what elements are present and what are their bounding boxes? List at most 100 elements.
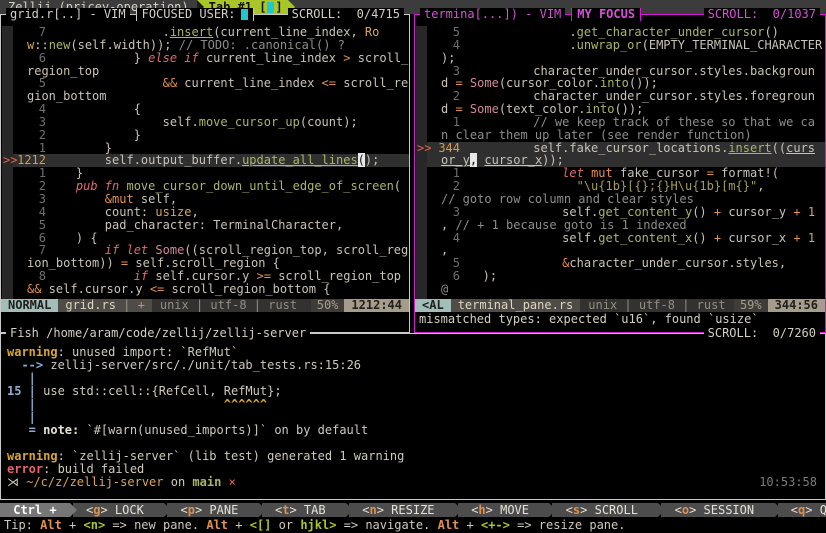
terminal-text: | [7, 410, 36, 424]
line-number: 3 [17, 193, 46, 206]
scroll-indicator: SCROLL: 0/4715 [288, 8, 404, 21]
code-token: (count); [300, 115, 358, 129]
modified-flag: + [138, 298, 145, 312]
code-line[interactable]: 4 .unwrap_or(EMPTY_TERMINAL_CHARACTER [415, 39, 825, 52]
terminal-text: × [229, 475, 236, 489]
tip-text: Alt [206, 518, 228, 532]
terminal-text: main [192, 475, 221, 489]
key-letter: t [282, 503, 289, 517]
code-token: update_all_lines [242, 153, 358, 167]
tip-text: or [271, 518, 300, 532]
tip-text: => resize pane. [510, 518, 626, 532]
code-token: character_under_cursor.styles, [569, 256, 786, 270]
line-sign-icon: >> [417, 142, 431, 155]
code-text: @ [441, 283, 448, 296]
code-text: } else if current_line_index > scroll_ [47, 52, 408, 65]
cursor-position: 1212:44 [344, 299, 409, 312]
keybind-session[interactable]: <o> SESSION [661, 503, 774, 517]
keybind-tab[interactable]: <t> TAB [262, 503, 346, 517]
code-token: + [793, 231, 800, 245]
code-token: get_content_x [598, 231, 692, 245]
terminal-text [221, 475, 228, 489]
keybind-resize[interactable]: <n> RESIZE [349, 503, 455, 517]
filename: grid.rs | + [58, 299, 152, 312]
code-area[interactable]: 7 .insert(current_line_index, Row::new(s… [1, 26, 409, 296]
tip-text: Tip: [4, 518, 40, 532]
code-token: insert [728, 141, 771, 155]
code-line[interactable]: 4 self.get_content_x() + cursor_x + 1 [415, 232, 825, 245]
terminal-text: warning [7, 345, 58, 359]
tip-text: + [228, 518, 250, 532]
line-number: 4 [17, 206, 46, 219]
scroll-percent: 50% [311, 299, 345, 312]
code-text: &character_under_cursor.styles, [461, 257, 786, 270]
terminal-text: `#[warn(unused_imports)]` on by default [79, 423, 368, 437]
code-line[interactable]: 6 ); [415, 270, 825, 283]
line-number: 5 [431, 26, 460, 39]
scroll-indicator: SCROLL: 0/7260 [704, 327, 820, 340]
key-bracket: < [558, 503, 572, 517]
terminal-line: --> zellij-server/src/./unit/tab_tests.r… [1, 359, 825, 372]
key-label: > MOVE [486, 503, 544, 517]
key-bracket: < [173, 503, 187, 517]
zellij-screen: Zellij (pricey-operation) Tab #1 [] grid… [0, 0, 826, 533]
focused-user-indicator: FOCUSED USER: [136, 8, 254, 21]
pane-title-row: termina[...]) - VIM MY FOCUS SCROLL: 0/1… [420, 8, 820, 21]
key-bracket: < [667, 503, 681, 517]
terminal-text: : build failed [43, 462, 144, 476]
code-token: <= [150, 282, 164, 296]
keybinding-bar: Ctrl + <g> LOCK <p> PANE <t> TAB <n> RES… [0, 503, 826, 517]
pane-grid-rs[interactable]: grid.r[..] - VIM FOCUSED USER: SCROLL: 0… [0, 14, 410, 333]
pane-title-row: grid.r[..] - VIM FOCUSED USER: SCROLL: 0… [6, 8, 404, 21]
keybind-lock[interactable]: <g> LOCK [73, 503, 164, 517]
vim-mode: NORMAL [1, 299, 58, 312]
terminal-text: 15 | [7, 384, 43, 398]
keybind-pane[interactable]: <p> PANE [167, 503, 258, 517]
keybind-scroll[interactable]: <s> SCROLL [552, 503, 658, 517]
tip-text: => new pane. [105, 518, 206, 532]
code-token: self.cursor.y [41, 282, 149, 296]
code-token: unwrap_or [577, 38, 642, 52]
pane-fish-shell[interactable]: Fish /home/aram/code/zellij/zellij-serve… [0, 333, 826, 500]
line-number: 5 [17, 219, 46, 232]
pane-terminal-pane-rs[interactable]: termina[...]) - VIM MY FOCUS SCROLL: 0/1… [414, 14, 826, 333]
code-token: () [692, 205, 714, 219]
terminal-line: | ^^^^^^ [1, 398, 825, 411]
code-area[interactable]: 5 .get_character_under_cursor()4 .unwrap… [415, 26, 825, 296]
tip-text: <n> [84, 518, 106, 532]
code-token: . [461, 38, 577, 52]
code-line[interactable]: @ [415, 283, 825, 296]
code-token: current_line_index [177, 76, 322, 90]
code-text: self.output_buffer.update_all_lines(); [47, 154, 379, 167]
code-token: scroll_re [336, 76, 408, 90]
scroll-percent: 59% [734, 299, 768, 312]
diagnostic-message: mismatched types: expected `u16`, found … [419, 313, 825, 326]
terminal-text: error [7, 462, 43, 476]
tip-text: <+-> [481, 518, 510, 532]
line-sign-icon: >> [3, 154, 17, 167]
keybind-move[interactable]: <h> MOVE [458, 503, 549, 517]
key-bracket: < [784, 503, 798, 517]
terminal-text: | [7, 397, 36, 411]
code-token: self. [461, 231, 598, 245]
key-letter: o [682, 503, 689, 517]
cursor-position: 344:56 [768, 299, 825, 312]
tip-text: <[] [250, 518, 272, 532]
code-line[interactable]: && self.cursor.y <= scroll_region_bottom… [1, 283, 409, 296]
keybind-quit[interactable]: <q> QUIT [778, 503, 826, 517]
key-letter: n [369, 503, 376, 517]
code-token: cursor_y [721, 205, 793, 219]
tip-text: hjkl> [300, 518, 336, 532]
filename: terminal_pane.rs [451, 299, 581, 312]
code-token: (( [772, 141, 786, 155]
code-text: , [441, 244, 448, 257]
shell-prompt[interactable]: ⋊ ~/c/z/zellij-server on main ×10:53:58 [1, 476, 825, 489]
code-token: , [441, 218, 455, 232]
code-token: && [163, 76, 177, 90]
terminal-output[interactable]: warning: unused import: `RefMut` --> zel… [1, 346, 825, 489]
my-focus-indicator: MY FOCUS [571, 8, 641, 21]
vim-statusline: NORMAL grid.rs | + unix | utf-8 | rust 5… [1, 299, 409, 312]
ctrl-prefix: Ctrl + [0, 503, 70, 517]
key-letter: h [478, 503, 485, 517]
code-token: @ [441, 282, 448, 296]
